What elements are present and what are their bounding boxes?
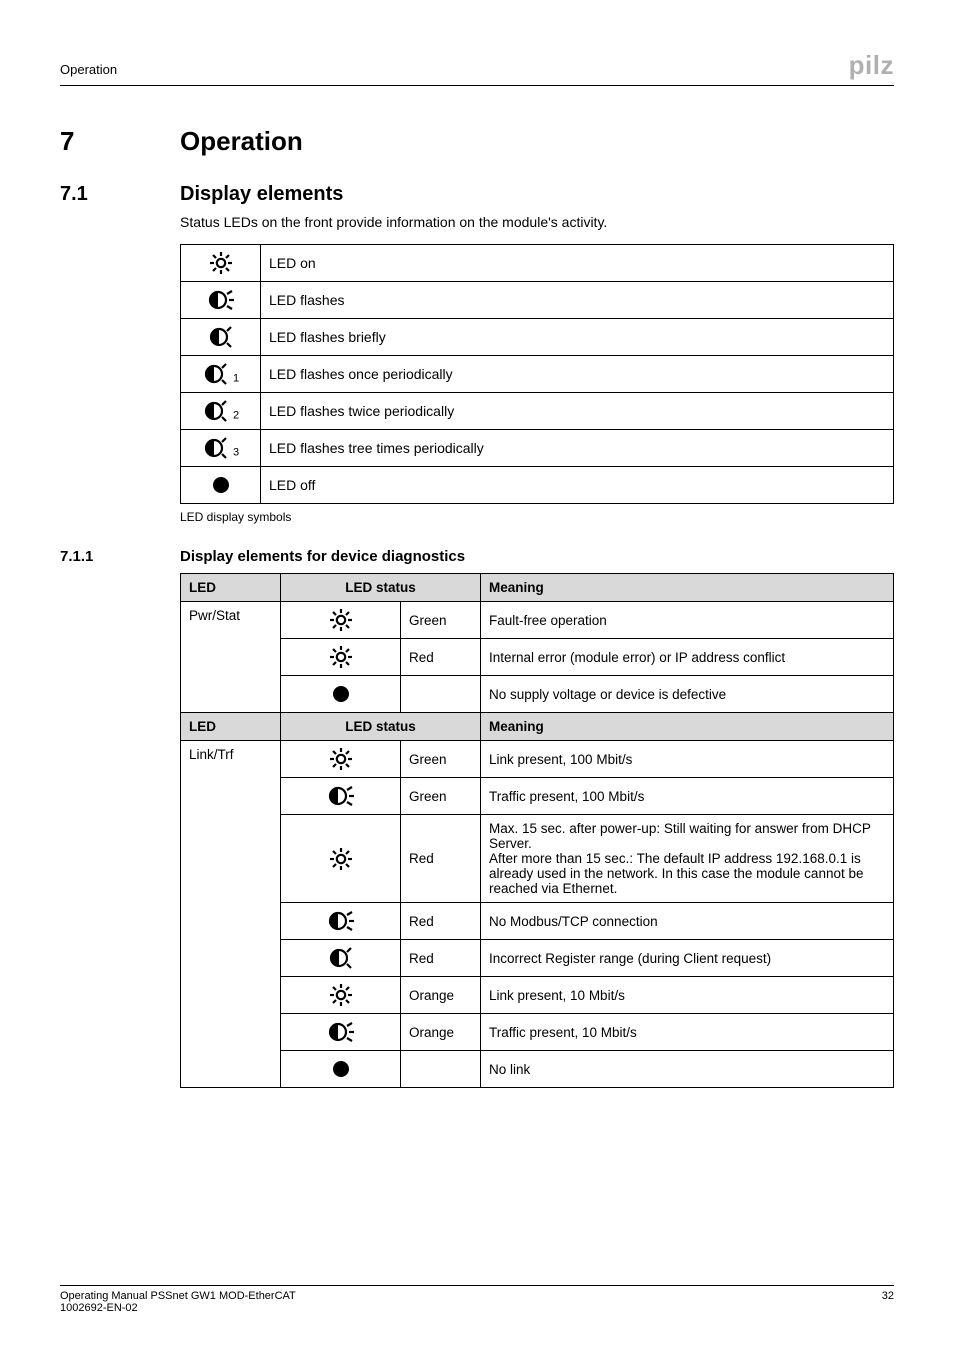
led-on-icon: [281, 815, 401, 903]
page-header: Operation pilz: [60, 50, 894, 86]
led-flashes-icon: [181, 282, 261, 319]
color-cell: Green: [401, 778, 481, 815]
table-row: 2 LED flashes twice periodically: [181, 393, 894, 430]
color-cell: Red: [401, 940, 481, 977]
table-row: 3 LED flashes tree times periodically: [181, 430, 894, 467]
intro-text: Status LEDs on the front provide informa…: [180, 214, 894, 230]
symbol-desc: LED on: [261, 245, 894, 282]
led-off-icon: [281, 676, 401, 713]
section-7-heading: 7 Operation: [60, 126, 894, 157]
color-cell: Orange: [401, 1014, 481, 1051]
table-row: Orange Link present, 10 Mbit/s: [181, 977, 894, 1014]
symbol-desc: LED flashes: [261, 282, 894, 319]
table-row: Link/Trf Green Link present, 100 Mbit/s: [181, 741, 894, 778]
led-flashes-icon: [281, 1014, 401, 1051]
led-on-icon: [281, 639, 401, 676]
symbol-desc: LED flashes briefly: [261, 319, 894, 356]
section-number: 7.1.1: [60, 548, 180, 565]
meaning-cell: Link present, 10 Mbit/s: [481, 977, 894, 1014]
led-flashes-briefly-icon: [181, 319, 261, 356]
meaning-cell: Traffic present, 10 Mbit/s: [481, 1014, 894, 1051]
meaning-cell: Fault-free operation: [481, 602, 894, 639]
led-on-icon: [281, 602, 401, 639]
table-row: Red No Modbus/TCP connection: [181, 903, 894, 940]
page-number: 32: [882, 1290, 894, 1314]
symbol-desc: LED off: [261, 467, 894, 504]
header-meaning: Meaning: [481, 713, 894, 741]
section-title: Operation: [180, 126, 303, 157]
table-row: Red Internal error (module error) or IP …: [181, 639, 894, 676]
header-led: LED: [181, 574, 281, 602]
table-row: LED flashes: [181, 282, 894, 319]
led-flashes-twice-icon: 2: [181, 393, 261, 430]
table-row: Pwr/Stat Green Fault-free operation: [181, 602, 894, 639]
header-status: LED status: [281, 574, 481, 602]
color-cell: Green: [401, 741, 481, 778]
color-cell: Green: [401, 602, 481, 639]
section-title: Display elements for device diagnostics: [180, 548, 465, 565]
pwrstat-table: LED LED status Meaning Pwr/Stat Green Fa…: [180, 573, 894, 713]
color-cell: Red: [401, 903, 481, 940]
section-7-1-1-heading: 7.1.1 Display elements for device diagno…: [60, 548, 894, 565]
linktrf-table: LED LED status Meaning Link/Trf Green Li…: [180, 712, 894, 1088]
table-row: Red Max. 15 sec. after power-up: Still w…: [181, 815, 894, 903]
section-title: Display elements: [180, 183, 343, 206]
table-caption: LED display symbols: [180, 510, 894, 524]
meaning-cell: No link: [481, 1051, 894, 1088]
table-row: LED on: [181, 245, 894, 282]
table-row: Orange Traffic present, 10 Mbit/s: [181, 1014, 894, 1051]
footer-line2: 1002692-EN-02: [60, 1302, 296, 1314]
header-led: LED: [181, 713, 281, 741]
table-row: LED flashes briefly: [181, 319, 894, 356]
led-symbols-table: LED on LED flashes LED flashes briefly 1…: [180, 244, 894, 504]
symbol-desc: LED flashes tree times periodically: [261, 430, 894, 467]
symbol-desc: LED flashes twice periodically: [261, 393, 894, 430]
led-label: Pwr/Stat: [181, 602, 281, 713]
meaning-cell: Incorrect Register range (during Client …: [481, 940, 894, 977]
meaning-cell: No supply voltage or device is defective: [481, 676, 894, 713]
section-number: 7: [60, 126, 180, 157]
meaning-cell: No Modbus/TCP connection: [481, 903, 894, 940]
color-cell: [401, 1051, 481, 1088]
color-cell: [401, 676, 481, 713]
table-row: LED off: [181, 467, 894, 504]
led-flashes-briefly-icon: [281, 940, 401, 977]
footer-line1: Operating Manual PSSnet GW1 MOD-EtherCAT: [60, 1290, 296, 1302]
led-label: Link/Trf: [181, 741, 281, 1088]
header-status: LED status: [281, 713, 481, 741]
section-number: 7.1: [60, 183, 180, 206]
page-footer: Operating Manual PSSnet GW1 MOD-EtherCAT…: [60, 1285, 894, 1314]
meaning-cell: Internal error (module error) or IP addr…: [481, 639, 894, 676]
led-on-icon: [281, 741, 401, 778]
meaning-cell: Link present, 100 Mbit/s: [481, 741, 894, 778]
brand-logo: pilz: [849, 50, 894, 81]
table-header-row: LED LED status Meaning: [181, 713, 894, 741]
table-row: Green Traffic present, 100 Mbit/s: [181, 778, 894, 815]
header-section-label: Operation: [60, 62, 117, 77]
meaning-cell: Max. 15 sec. after power-up: Still waiti…: [481, 815, 894, 903]
color-cell: Orange: [401, 977, 481, 1014]
table-header-row: LED LED status Meaning: [181, 574, 894, 602]
meaning-cell: Traffic present, 100 Mbit/s: [481, 778, 894, 815]
section-7-1-heading: 7.1 Display elements: [60, 183, 894, 206]
led-off-icon: [281, 1051, 401, 1088]
table-row: No supply voltage or device is defective: [181, 676, 894, 713]
led-on-icon: [281, 977, 401, 1014]
led-flashes-icon: [281, 778, 401, 815]
header-meaning: Meaning: [481, 574, 894, 602]
table-row: Red Incorrect Register range (during Cli…: [181, 940, 894, 977]
led-off-icon: [181, 467, 261, 504]
color-cell: Red: [401, 639, 481, 676]
led-flashes-icon: [281, 903, 401, 940]
table-row: 1 LED flashes once periodically: [181, 356, 894, 393]
footer-left: Operating Manual PSSnet GW1 MOD-EtherCAT…: [60, 1290, 296, 1314]
table-row: No link: [181, 1051, 894, 1088]
symbol-desc: LED flashes once periodically: [261, 356, 894, 393]
led-flashes-three-icon: 3: [181, 430, 261, 467]
color-cell: Red: [401, 815, 481, 903]
led-flashes-once-icon: 1: [181, 356, 261, 393]
led-on-icon: [181, 245, 261, 282]
